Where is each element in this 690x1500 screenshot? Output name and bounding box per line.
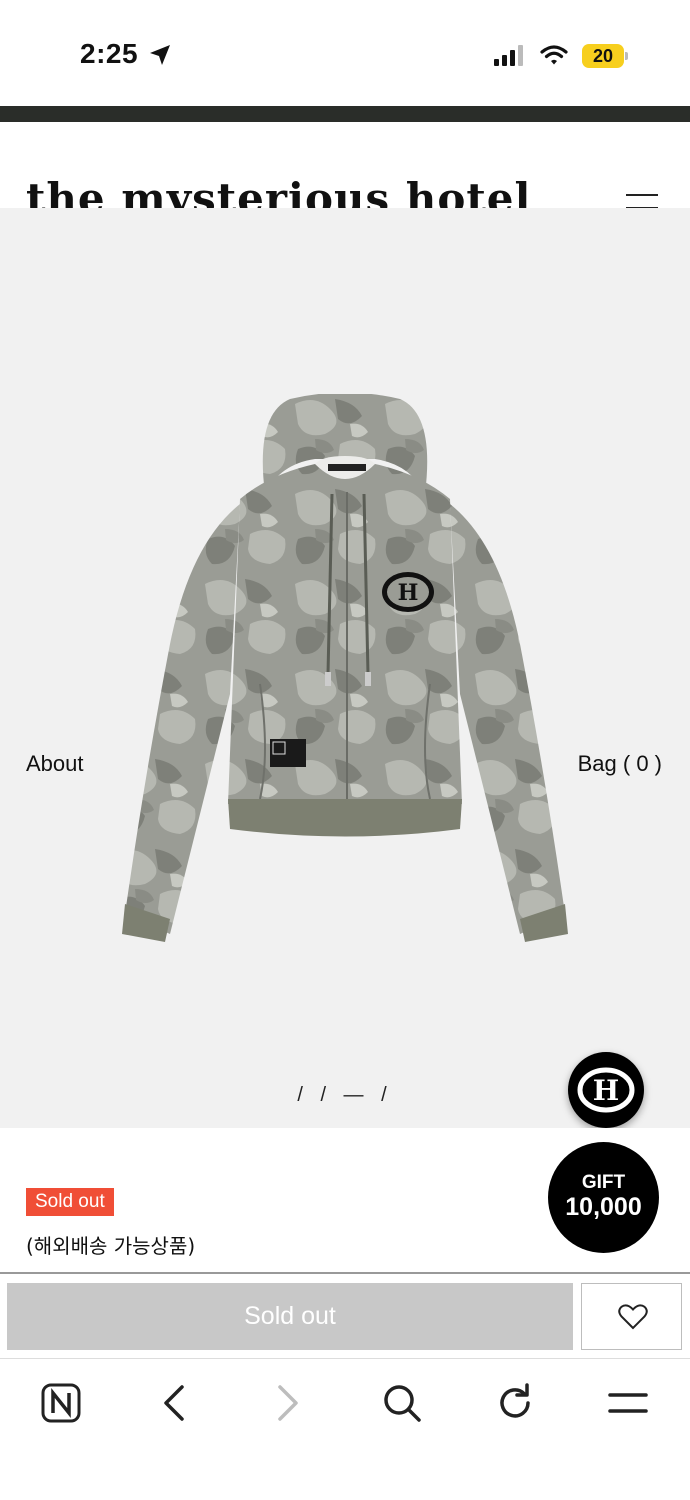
browser-toolbar xyxy=(0,1358,690,1500)
cellular-signal-icon xyxy=(494,45,523,66)
naver-n-icon[interactable] xyxy=(39,1381,83,1425)
gift-label: GIFT xyxy=(581,1172,626,1193)
location-arrow-icon xyxy=(150,45,170,65)
status-time: 2:25 xyxy=(80,38,139,69)
refresh-icon[interactable] xyxy=(493,1381,537,1425)
shipping-note: (해외배송 가능상품) xyxy=(26,1234,196,1258)
svg-text:H: H xyxy=(398,580,419,606)
back-arrow-icon[interactable] xyxy=(152,1381,196,1425)
top-strip xyxy=(0,106,690,122)
forward-arrow-icon[interactable] xyxy=(266,1381,310,1425)
purchase-actions: Sold out xyxy=(0,1274,690,1358)
h-logo-button[interactable]: H xyxy=(568,1052,644,1128)
site-header: the mysterious hotel xyxy=(0,122,690,223)
buy-button[interactable]: Sold out xyxy=(7,1283,573,1350)
battery-level: 20 xyxy=(592,46,614,66)
nav-about-link[interactable]: About xyxy=(26,751,84,777)
menu-icon[interactable] xyxy=(606,1381,650,1425)
battery-icon: 20 xyxy=(582,44,628,68)
search-icon[interactable] xyxy=(380,1381,424,1425)
nav-bag-link[interactable]: Bag ( 0 ) xyxy=(578,751,662,777)
gift-button[interactable]: GIFT 10,000 xyxy=(548,1142,659,1253)
wishlist-button[interactable] xyxy=(581,1283,682,1350)
status-badge: Sold out xyxy=(26,1188,114,1216)
h-logo-icon: H xyxy=(577,1067,635,1113)
svg-text:H: H xyxy=(593,1074,619,1107)
heart-icon xyxy=(618,1304,648,1330)
status-bar: 2:25 20 xyxy=(0,0,690,106)
wifi-icon xyxy=(540,45,568,65)
gift-amount: 10,000 xyxy=(565,1193,642,1221)
product-image[interactable]: H xyxy=(110,394,580,946)
product-image-area: About Bag ( 0 ) H / / — / xyxy=(0,208,690,1128)
